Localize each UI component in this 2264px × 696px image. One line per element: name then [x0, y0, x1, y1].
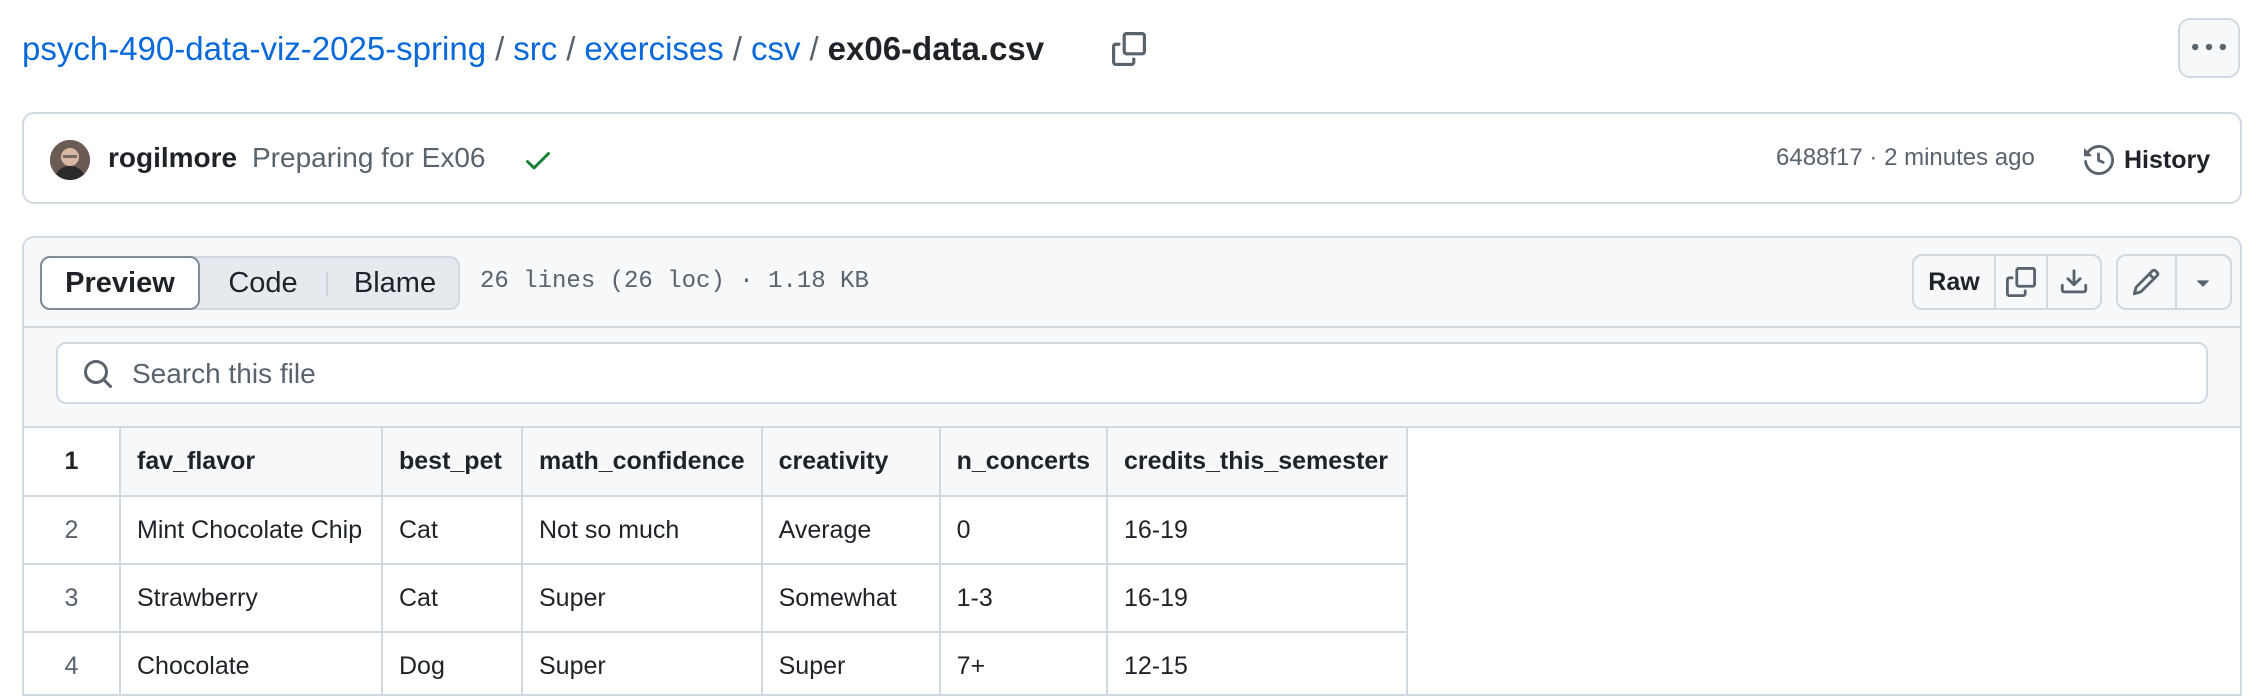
- table-header-row: 1 fav_flavor best_pet math_confidence cr…: [24, 428, 1408, 497]
- table-cell: 1-3: [938, 563, 1109, 633]
- table-cell: 12-15: [1106, 631, 1408, 694]
- table-cell: Somewhat: [760, 563, 941, 633]
- table-cell: 16-19: [1106, 495, 1408, 565]
- breadcrumb-src-link[interactable]: src: [513, 30, 557, 68]
- commit-author[interactable]: rogilmore: [108, 142, 237, 174]
- column-header: n_concerts: [938, 428, 1109, 497]
- search-box: [56, 342, 2208, 404]
- column-header: fav_flavor: [119, 428, 383, 497]
- table-cell: Strawberry: [119, 563, 383, 633]
- breadcrumb-csv-link[interactable]: csv: [751, 30, 801, 68]
- column-header: credits_this_semester: [1106, 428, 1408, 497]
- commit-message[interactable]: Preparing for Ex06: [252, 142, 485, 174]
- table-cell: Cat: [381, 563, 523, 633]
- breadcrumb-exercises-link[interactable]: exercises: [584, 30, 723, 68]
- pencil-icon: [2133, 268, 2160, 296]
- breadcrumb-separator: /: [732, 30, 742, 67]
- breadcrumb-current-file: ex06-data.csv: [827, 30, 1045, 67]
- check-icon[interactable]: [522, 144, 554, 176]
- search-icon: [84, 360, 113, 389]
- column-header: math_confidence: [521, 428, 763, 497]
- table-row: 2 Mint Chocolate Chip Cat Not so much Av…: [24, 495, 1408, 565]
- table-cell: Super: [760, 631, 941, 694]
- tab-blame[interactable]: Blame: [328, 256, 462, 310]
- edit-actions-group: [2116, 254, 2232, 310]
- copy-icon: [2006, 267, 2036, 297]
- table-cell: Super: [521, 563, 763, 633]
- table-cell: Cat: [381, 495, 523, 565]
- column-header: creativity: [760, 428, 941, 497]
- breadcrumb-separator: /: [566, 30, 576, 67]
- breadcrumb-separator: /: [495, 30, 505, 67]
- history-icon: [2084, 145, 2114, 175]
- table-cell: Dog: [381, 631, 523, 694]
- file-viewer: Preview Code Blame 26 lines (26 loc) · 1…: [22, 236, 2242, 696]
- search-input[interactable]: [130, 344, 2174, 404]
- file-search-bar: [24, 328, 2240, 428]
- copy-path-button[interactable]: [1110, 30, 1148, 68]
- edit-file-button[interactable]: [2118, 256, 2177, 308]
- tab-preview[interactable]: Preview: [40, 256, 200, 310]
- raw-actions-group: Raw: [1912, 254, 2102, 310]
- line-number: 1: [24, 428, 121, 497]
- table-row: 3 Strawberry Cat Super Somewhat 1-3 16-1…: [24, 563, 1408, 633]
- table-cell: 16-19: [1106, 563, 1408, 633]
- line-number: 2: [24, 495, 121, 565]
- kebab-horizontal-icon: [2192, 43, 2226, 51]
- table-cell: Mint Chocolate Chip: [119, 495, 383, 565]
- table-cell: Average: [760, 495, 941, 565]
- breadcrumb: psych-490-data-viz-2025-spring / src / e…: [22, 26, 1044, 72]
- table-cell: Chocolate: [119, 631, 383, 694]
- column-header: best_pet: [381, 428, 523, 497]
- history-button[interactable]: History: [2084, 138, 2210, 182]
- more-edit-options-button[interactable]: [2177, 256, 2230, 308]
- table-row: 4 Chocolate Dog Super Super 7+ 12-15: [24, 631, 1408, 694]
- csv-table: 1 fav_flavor best_pet math_confidence cr…: [24, 428, 1408, 694]
- download-raw-button[interactable]: [2048, 256, 2100, 308]
- table-cell: Super: [521, 631, 763, 694]
- table-cell: Not so much: [521, 495, 763, 565]
- download-icon: [2060, 269, 2088, 294]
- copy-raw-button[interactable]: [1996, 256, 2048, 308]
- line-number: 4: [24, 631, 121, 694]
- history-label: History: [2124, 145, 2211, 174]
- view-mode-segmented-control: Preview Code Blame: [40, 256, 460, 310]
- breadcrumb-repo-link[interactable]: psych-490-data-viz-2025-spring: [22, 30, 486, 68]
- table-cell: 7+: [938, 631, 1109, 694]
- more-options-button[interactable]: [2178, 18, 2240, 78]
- tab-code[interactable]: Code: [200, 256, 326, 310]
- line-number: 3: [24, 563, 121, 633]
- commit-hash-and-time[interactable]: 6488f17 · 2 minutes ago: [1776, 144, 2035, 172]
- table-cell: 0: [938, 495, 1109, 565]
- file-header: Preview Code Blame 26 lines (26 loc) · 1…: [24, 238, 2240, 328]
- triangle-down-icon: [2197, 280, 2210, 287]
- copy-icon: [1112, 32, 1146, 66]
- avatar[interactable]: [50, 140, 90, 180]
- raw-button[interactable]: Raw: [1914, 256, 1996, 308]
- file-info: 26 lines (26 loc) · 1.18 KB: [480, 268, 869, 295]
- latest-commit-bar: rogilmore Preparing for Ex06 6488f17 · 2…: [22, 112, 2242, 204]
- breadcrumb-separator: /: [809, 30, 819, 67]
